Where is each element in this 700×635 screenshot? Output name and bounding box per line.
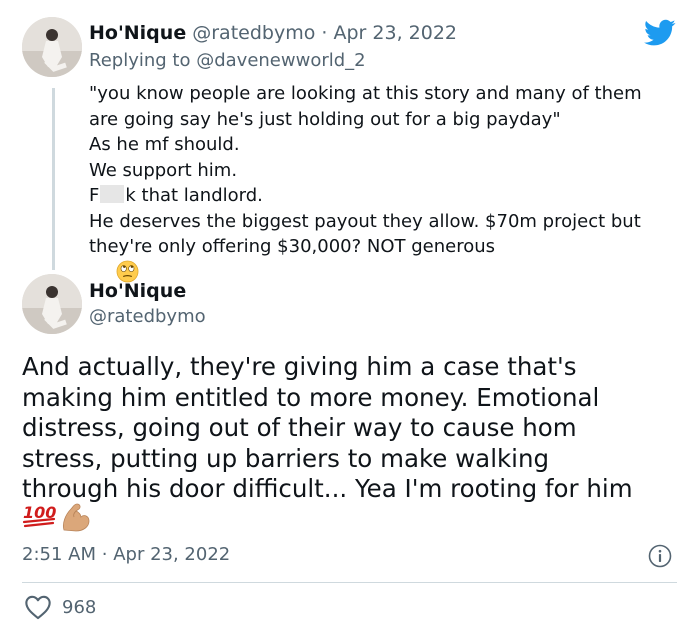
reply-line-3: As he mf should. <box>89 134 240 155</box>
reply-line-5: Fk that landlord. <box>89 183 689 209</box>
main-emojis: 100 <box>22 501 102 533</box>
flexed-biceps-icon <box>63 503 90 532</box>
reply-header: Ho'Nique @ratedbymo · Apr 23, 2022 <box>89 22 457 44</box>
replying-to: Replying to @davenewworld_2 <box>89 50 366 71</box>
main-line-5: through his door difficult... Yea I'm ro… <box>22 474 633 503</box>
main-body: And actually, they're giving him a case … <box>22 352 692 505</box>
reply-line-6: He deserves the biggest payout they allo… <box>89 210 641 232</box>
main-avatar[interactable] <box>22 274 82 334</box>
reply-separator: · <box>321 22 328 44</box>
reply-display-name[interactable]: Ho'Nique <box>89 22 186 44</box>
main-date[interactable]: Apr 23, 2022 <box>113 544 230 565</box>
replying-to-handle[interactable]: @davenewworld_2 <box>196 50 365 71</box>
main-separator: · <box>101 544 108 565</box>
main-line-2: making him entitled to more money. Emoti… <box>22 382 600 412</box>
reply-handle[interactable]: @ratedbymo <box>192 22 315 44</box>
reply-avatar[interactable] <box>22 17 82 77</box>
reply-body: "you know people are looking at this sto… <box>89 81 689 312</box>
divider <box>22 582 677 583</box>
thread-line <box>52 88 55 270</box>
censored-suffix: k that landlord. <box>125 185 263 206</box>
censored-prefix: F <box>89 185 100 206</box>
twitter-bird-icon[interactable] <box>644 19 676 47</box>
reply-line-1: "you know people are looking at this sto… <box>89 83 642 104</box>
heart-icon[interactable] <box>24 594 52 620</box>
hundred-points-icon: 100 <box>22 503 56 528</box>
like-count[interactable]: 968 <box>62 597 96 618</box>
reply-line-2: are going say he's just holding out for … <box>89 108 561 130</box>
main-time[interactable]: 2:51 AM <box>22 544 96 565</box>
censor-bar <box>100 185 125 203</box>
main-line-1: And actually, they're giving him a case … <box>22 352 577 381</box>
reply-date[interactable]: Apr 23, 2022 <box>333 22 457 44</box>
replying-to-prefix: Replying to <box>89 50 191 71</box>
reply-last-line: they're only offering $30,000? NOT gener… <box>89 236 496 257</box>
main-display-name[interactable]: Ho'Nique <box>89 280 186 302</box>
info-icon[interactable] <box>648 544 672 568</box>
main-timestamp: 2:51 AM · Apr 23, 2022 <box>22 544 230 565</box>
reply-line-4: We support him. <box>89 159 238 181</box>
main-line-4: stress, putting up barriers to make walk… <box>22 443 550 473</box>
main-line-3: distress, going out of their way to caus… <box>22 413 577 442</box>
main-handle[interactable]: @ratedbymo <box>89 306 206 327</box>
